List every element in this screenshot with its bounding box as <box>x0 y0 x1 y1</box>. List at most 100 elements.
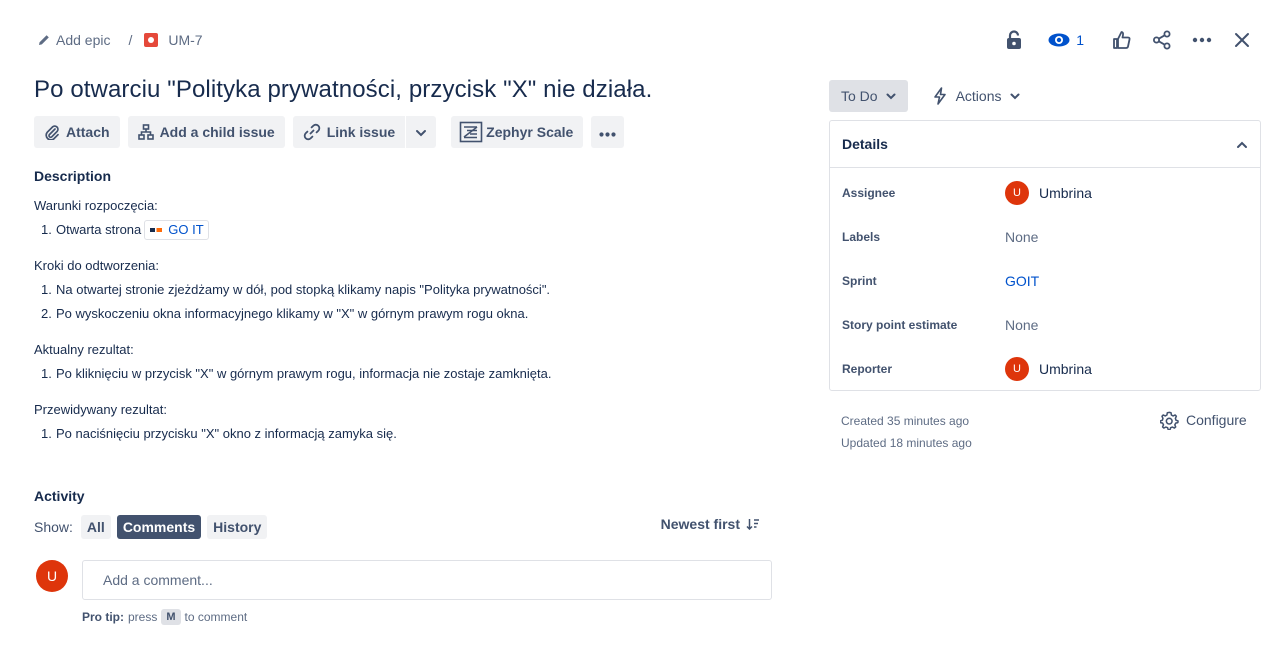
configure-label: Configure <box>1186 412 1247 428</box>
list-item: 2. Po wyskoczeniu okna informacyjnego kli… <box>34 302 774 326</box>
chevron-up-icon <box>1236 136 1248 152</box>
show-label: Show: <box>34 519 73 535</box>
gear-icon <box>1160 411 1179 430</box>
description-heading: Description <box>34 168 112 184</box>
details-header[interactable]: Details <box>830 121 1260 168</box>
zephyr-scale-button[interactable]: Zephyr Scale <box>451 116 584 148</box>
pencil-icon <box>38 34 50 46</box>
field-value[interactable]: None <box>1005 229 1038 245</box>
description-block: Przewidywany rezultat: 1. Po naciśnięciu … <box>34 398 774 446</box>
activity-section: Activity Show: All Comments History Newe… <box>34 488 772 539</box>
list-item-text: Po kliknięciu w przycisk "X" w górnym pr… <box>56 366 552 381</box>
link-issue-dropdown[interactable] <box>406 116 437 148</box>
watch-count: 1 <box>1076 32 1084 48</box>
keyboard-key: M <box>161 609 181 625</box>
list-item-text: Na otwartej stronie zjeżdżamy w dół, pod… <box>56 282 551 297</box>
sort-descending-icon <box>746 518 760 530</box>
goit-favicon-icon <box>149 226 164 234</box>
issue-timestamps: Created 35 minutes ago Updated 18 minute… <box>841 410 972 454</box>
field-label: Labels <box>842 230 881 244</box>
more-actions-button[interactable] <box>591 116 625 148</box>
link-icon <box>303 123 321 141</box>
description-block: Kroki do odtworzenia: 1. Na otwartej stro… <box>34 254 774 326</box>
link-issue-label: Link issue <box>326 124 396 140</box>
smart-link-text: GO IT <box>168 222 204 237</box>
field-label: Assignee <box>842 186 896 200</box>
details-heading: Details <box>842 136 888 152</box>
lightning-icon <box>932 87 948 105</box>
more-icon[interactable] <box>1192 28 1212 52</box>
chevron-down-icon <box>415 124 427 140</box>
list-item-text: Po naciśnięciu przycisku "X" okno z info… <box>56 426 397 441</box>
field-sprint: Sprint GOIT <box>842 269 1248 293</box>
watch-button[interactable]: 1 <box>1048 28 1084 52</box>
zephyr-icon <box>459 121 483 143</box>
field-value[interactable]: None <box>1005 317 1038 333</box>
field-value: Umbrina <box>1039 361 1092 377</box>
filter-history-button[interactable]: History <box>207 515 268 539</box>
created-time: Created 35 minutes ago <box>841 414 970 428</box>
description-section[interactable]: Description Warunki rozpoczęcia: 1. Otwa… <box>34 168 774 446</box>
filter-comments-button[interactable]: Comments <box>116 515 202 539</box>
avatar: U <box>1005 357 1029 381</box>
issue-title[interactable]: Po otwarciu "Polityka prywatności, przyc… <box>34 76 652 104</box>
section-heading: Kroki do odtworzenia: <box>34 258 160 273</box>
breadcrumb: Add epic / UM-7 <box>38 31 203 49</box>
chevron-down-icon <box>1010 93 1020 100</box>
like-icon[interactable] <box>1112 28 1132 52</box>
sort-order-button[interactable]: Newest first <box>661 516 760 532</box>
zephyr-label: Zephyr Scale <box>486 124 574 140</box>
protip-press: press <box>128 610 158 624</box>
link-issue-button[interactable]: Link issue <box>292 116 406 148</box>
status-row: To Do Actions <box>829 80 1030 112</box>
protip-tail: to comment <box>184 610 248 624</box>
section-heading: Aktualny rezultat: <box>34 342 134 357</box>
assignee-value[interactable]: U Umbrina <box>1005 181 1092 205</box>
field-label: Story point estimate <box>842 318 958 332</box>
actions-dropdown[interactable]: Actions <box>922 80 1030 112</box>
comment-avatar-wrap: U <box>36 560 68 592</box>
eye-icon <box>1048 33 1070 47</box>
field-label: Reporter <box>842 362 893 376</box>
configure-button[interactable]: Configure <box>1160 409 1247 431</box>
updated-time: Updated 18 minutes ago <box>841 436 972 450</box>
actions-label: Actions <box>955 88 1002 104</box>
add-epic-link[interactable]: Add epic <box>56 32 110 48</box>
field-label: Sprint <box>842 274 877 288</box>
comment-input[interactable]: Add a comment... <box>82 560 772 600</box>
field-labels: Labels None <box>842 225 1248 249</box>
status-label: To Do <box>841 88 878 104</box>
sort-label: Newest first <box>660 516 740 532</box>
section-heading: Warunki rozpoczęcia: <box>34 198 158 213</box>
filter-all-button[interactable]: All <box>80 515 111 539</box>
list-item: 1. Po kliknięciu w przycisk "X" w górnym … <box>34 362 774 386</box>
close-icon[interactable] <box>1234 28 1250 52</box>
details-panel: Details Assignee U Umbrina Labels None S… <box>829 120 1261 391</box>
issue-toolbar: 1 <box>986 28 1250 52</box>
sprint-link[interactable]: GOIT <box>1005 273 1039 289</box>
share-icon[interactable] <box>1152 28 1172 52</box>
description-block: Warunki rozpoczęcia: 1. Otwarta strona G… <box>34 194 774 242</box>
description-block: Aktualny rezultat: 1. Po kliknięciu w prz… <box>34 338 774 386</box>
activity-heading: Activity <box>34 488 85 504</box>
hierarchy-icon <box>137 124 154 140</box>
section-heading: Przewidywany rezultat: <box>34 402 167 417</box>
issue-key-link[interactable]: UM-7 <box>168 32 202 48</box>
field-assignee: Assignee U Umbrina <box>842 181 1248 205</box>
chevron-down-icon <box>886 93 896 100</box>
field-reporter: Reporter U Umbrina <box>842 357 1248 381</box>
more-icon <box>599 124 616 140</box>
avatar: U <box>1005 181 1029 205</box>
avatar: U <box>36 560 68 592</box>
attach-button[interactable]: Attach <box>34 116 120 148</box>
smart-link-chip[interactable]: GO IT <box>144 220 209 240</box>
lock-icon[interactable] <box>1006 28 1022 52</box>
status-dropdown[interactable]: To Do <box>829 80 908 112</box>
attach-label: Attach <box>66 124 110 140</box>
reporter-value[interactable]: U Umbrina <box>1005 357 1092 381</box>
paperclip-icon <box>44 124 60 140</box>
list-item-text: Otwarta strona <box>56 222 142 237</box>
field-value: Umbrina <box>1039 185 1092 201</box>
add-child-issue-button[interactable]: Add a child issue <box>127 116 285 148</box>
list-item: 1. Po naciśnięciu przycisku "X" okno z in… <box>34 422 774 446</box>
